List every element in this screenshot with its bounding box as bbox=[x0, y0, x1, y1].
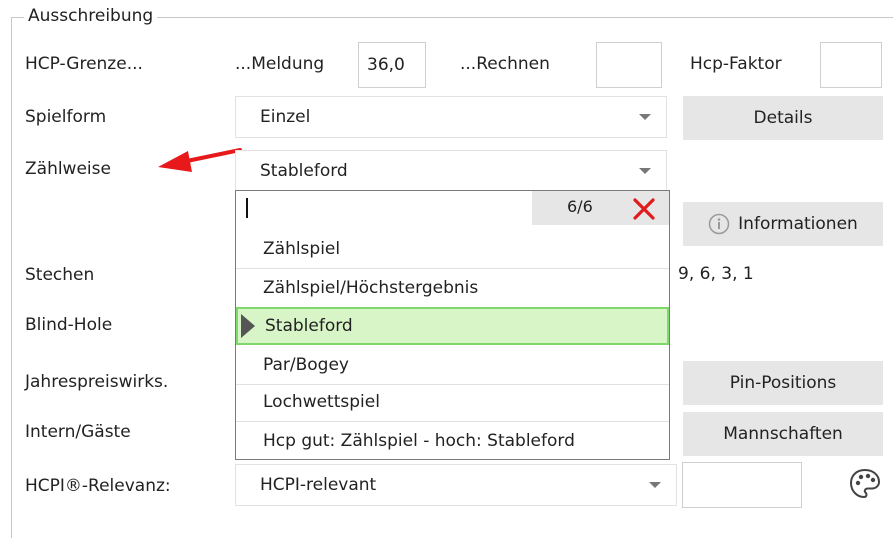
hcpi-extra-input[interactable] bbox=[682, 462, 802, 508]
dropdown-count: 6/6 bbox=[567, 197, 593, 216]
section-legend: Ausschreibung bbox=[24, 6, 158, 26]
palette-icon[interactable] bbox=[847, 466, 883, 502]
rechnen-label: ...Rechnen bbox=[460, 54, 550, 74]
mannschaften-button[interactable]: Mannschaften bbox=[683, 412, 883, 456]
meldung-input[interactable]: 36,0 bbox=[358, 42, 426, 88]
informationen-button[interactable]: Informationen bbox=[683, 202, 883, 246]
rechnen-input[interactable] bbox=[596, 42, 662, 88]
chevron-down-icon[interactable] bbox=[624, 151, 666, 191]
dropdown-search-row: 6/6 bbox=[236, 191, 669, 225]
informationen-label: Informationen bbox=[738, 214, 858, 234]
dropdown-item-stableford[interactable]: Stableford bbox=[236, 307, 669, 345]
stechen-input[interactable]: 9, 6, 3, 1 bbox=[670, 254, 885, 294]
dropdown-item-zaehlspiel-hoechstergebnis[interactable]: Zählspiel/Höchstergebnis bbox=[236, 269, 669, 308]
jahrespreis-label: Jahrespreiswirks. bbox=[25, 372, 169, 392]
pin-positions-button[interactable]: Pin-Positions bbox=[683, 361, 883, 405]
dropdown-item-par-bogey[interactable]: Par/Bogey bbox=[236, 346, 669, 385]
hcpi-value: HCPI-relevant bbox=[260, 475, 377, 495]
meldung-label: ...Meldung bbox=[235, 54, 325, 74]
info-icon bbox=[708, 213, 730, 235]
stechen-label: Stechen bbox=[25, 265, 95, 285]
dropdown-item-hcp-gut[interactable]: Hcp gut: Zählspiel - hoch: Stableford bbox=[236, 421, 669, 460]
zaehlweise-select[interactable]: Stableford bbox=[235, 150, 667, 192]
blind-hole-label: Blind-Hole bbox=[25, 315, 113, 335]
hcp-grenze-label: HCP-Grenze... bbox=[25, 54, 143, 74]
spielform-select[interactable]: Einzel bbox=[235, 96, 667, 138]
dropdown-item-zaehlspiel[interactable]: Zählspiel bbox=[236, 230, 669, 269]
dropdown-item-label: Zählspiel/Höchstergebnis bbox=[263, 278, 479, 298]
hcp-faktor-label: Hcp-Faktor bbox=[690, 54, 782, 74]
dropdown-item-label: Lochwettspiel bbox=[263, 392, 380, 412]
dropdown-item-lochwettspiel[interactable]: Lochwettspiel bbox=[236, 383, 669, 422]
zaehlweise-dropdown-list: 6/6 Zählspiel Zählspiel/Höchstergebnis S… bbox=[235, 190, 670, 460]
selection-marker-icon bbox=[241, 314, 255, 338]
hcpi-relevanz-label: HCPI®-Relevanz: bbox=[25, 476, 171, 496]
chevron-down-icon[interactable] bbox=[634, 465, 676, 505]
zaehlweise-label: Zählweise bbox=[25, 159, 111, 179]
dropdown-counter-area: 6/6 bbox=[532, 191, 669, 225]
close-icon[interactable] bbox=[632, 197, 656, 221]
zaehlweise-value: Stableford bbox=[260, 161, 348, 181]
dropdown-item-label: Par/Bogey bbox=[263, 355, 349, 375]
red-arrow-annotation bbox=[158, 148, 242, 172]
spielform-value: Einzel bbox=[260, 107, 311, 127]
hcp-faktor-input[interactable] bbox=[820, 42, 882, 88]
hcpi-relevanz-select[interactable]: HCPI-relevant bbox=[235, 464, 677, 506]
details-button[interactable]: Details bbox=[683, 96, 883, 140]
dropdown-search-input[interactable] bbox=[240, 193, 530, 223]
dropdown-item-label: Zählspiel bbox=[263, 239, 341, 259]
dropdown-item-label: Hcp gut: Zählspiel - hoch: Stableford bbox=[263, 430, 575, 451]
text-cursor bbox=[246, 198, 248, 218]
intern-gaeste-label: Intern/Gäste bbox=[25, 422, 131, 442]
dropdown-item-label: Stableford bbox=[265, 316, 353, 336]
chevron-down-icon[interactable] bbox=[624, 97, 666, 137]
spielform-label: Spielform bbox=[25, 107, 107, 127]
